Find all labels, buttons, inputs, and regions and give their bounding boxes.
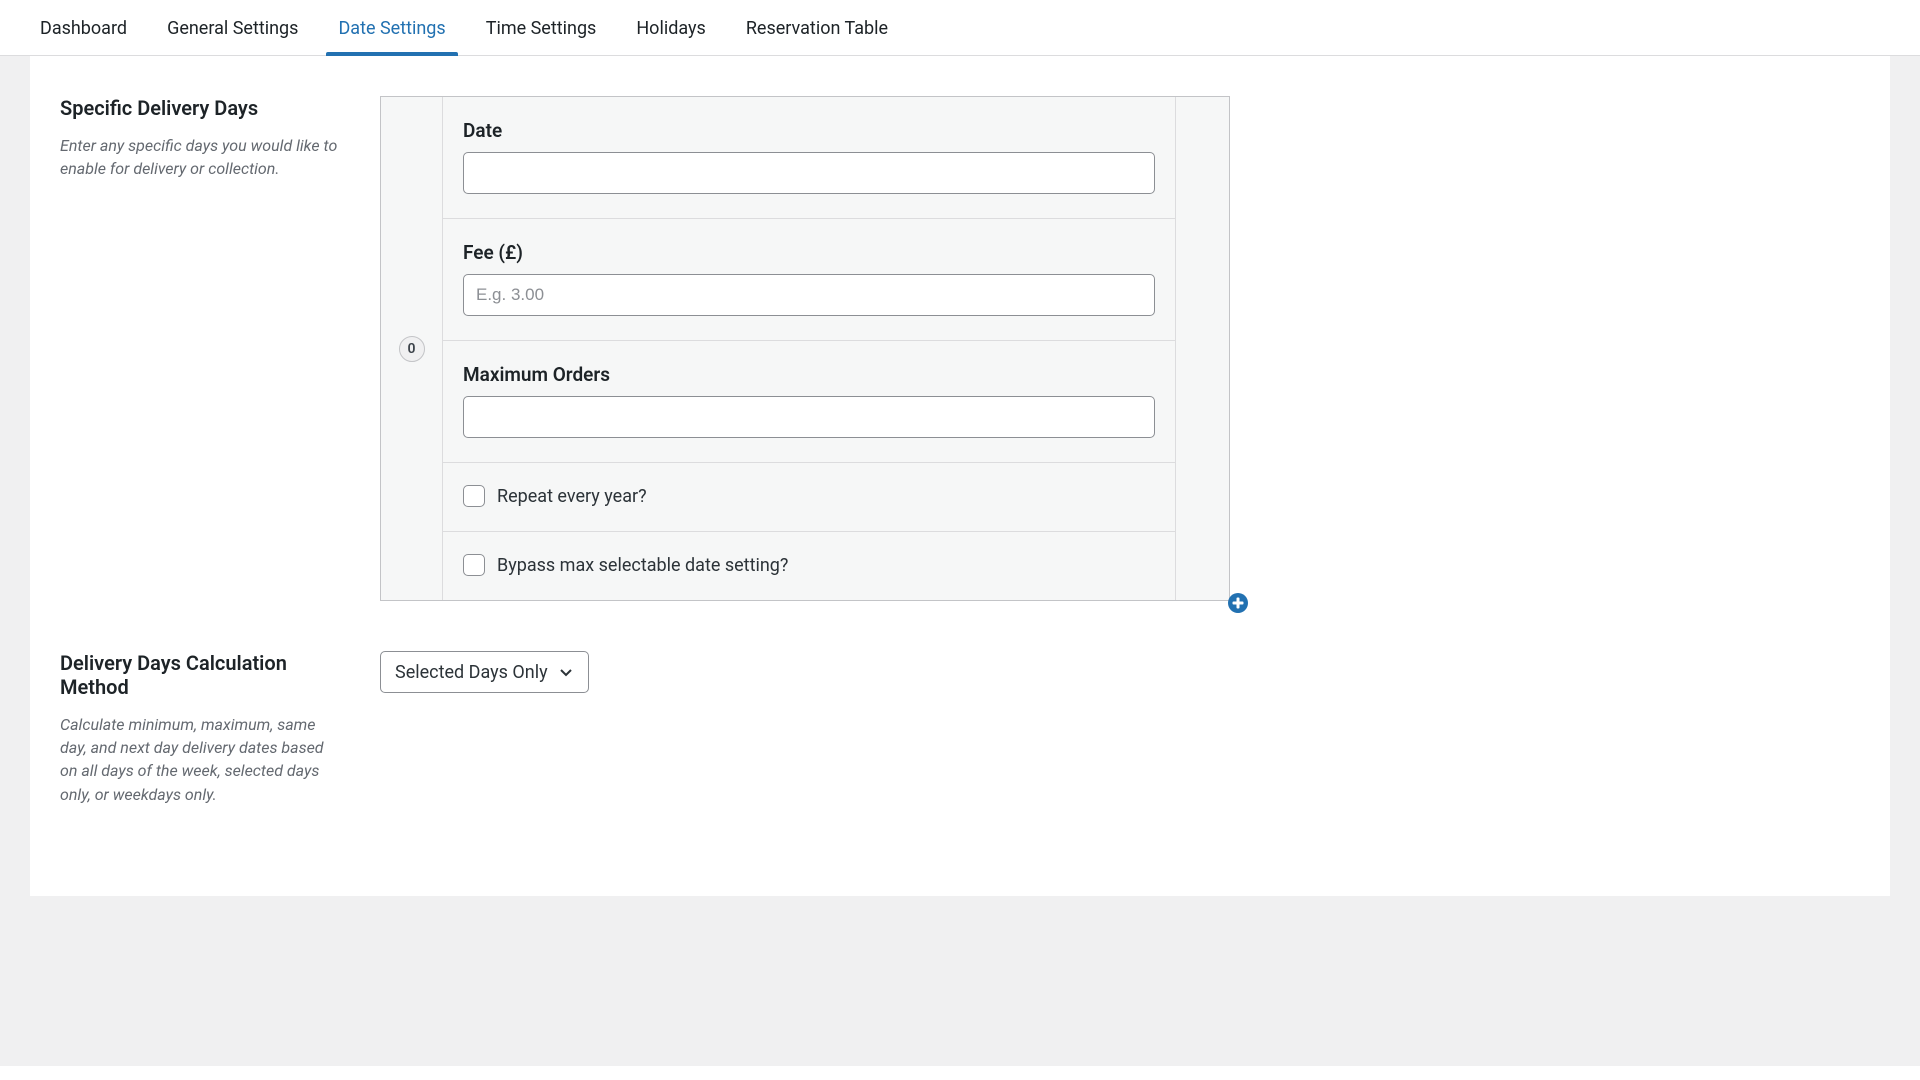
repeater-row: 0 Date Fee (£) Maximum Orders <box>380 96 1230 601</box>
repeater-fields: Date Fee (£) Maximum Orders <box>443 97 1175 600</box>
field-date: Date <box>443 97 1175 219</box>
calc-method-select[interactable]: Selected Days Only <box>380 651 589 693</box>
field-bypass-max: Bypass max selectable date setting? <box>443 532 1175 600</box>
tab-dashboard[interactable]: Dashboard <box>20 0 147 55</box>
max-orders-label: Maximum Orders <box>463 363 1155 386</box>
tab-label: Holidays <box>636 18 705 39</box>
field-repeat-yearly: Repeat every year? <box>443 463 1175 532</box>
tab-reservation-table[interactable]: Reservation Table <box>726 0 908 55</box>
add-row-button[interactable] <box>1226 591 1250 615</box>
fee-input[interactable] <box>463 274 1155 316</box>
field-max-orders: Maximum Orders <box>443 341 1175 463</box>
setting-title: Delivery Days Calculation Method <box>60 651 340 699</box>
repeat-yearly-checkbox[interactable] <box>463 485 485 507</box>
setting-control-col: Selected Days Only <box>380 651 1230 693</box>
select-value: Selected Days Only <box>395 662 548 683</box>
setting-title: Specific Delivery Days <box>60 96 340 120</box>
repeater-drag-handle[interactable]: 0 <box>381 97 443 600</box>
row-index-badge: 0 <box>399 336 425 362</box>
tab-date-settings[interactable]: Date Settings <box>318 0 465 55</box>
setting-label-col: Specific Delivery Days Enter any specifi… <box>60 96 340 180</box>
tab-label: Dashboard <box>40 18 127 39</box>
setting-control-col: 0 Date Fee (£) Maximum Orders <box>380 96 1230 601</box>
setting-delivery-calc-method: Delivery Days Calculation Method Calcula… <box>60 651 1860 806</box>
tab-label: Reservation Table <box>746 18 888 39</box>
setting-description: Enter any specific days you would like t… <box>60 134 340 180</box>
repeater-side <box>1175 97 1229 600</box>
setting-description: Calculate minimum, maximum, same day, an… <box>60 713 340 806</box>
date-input[interactable] <box>463 152 1155 194</box>
field-fee: Fee (£) <box>443 219 1175 341</box>
plus-circle-icon <box>1226 591 1250 615</box>
tab-holidays[interactable]: Holidays <box>616 0 725 55</box>
tab-label: General Settings <box>167 18 298 39</box>
tab-bar: Dashboard General Settings Date Settings… <box>0 0 1920 56</box>
repeat-yearly-label[interactable]: Repeat every year? <box>497 486 647 507</box>
bypass-max-label[interactable]: Bypass max selectable date setting? <box>497 555 788 576</box>
bypass-max-checkbox[interactable] <box>463 554 485 576</box>
tab-general-settings[interactable]: General Settings <box>147 0 318 55</box>
page-inner: Specific Delivery Days Enter any specifi… <box>30 56 1890 896</box>
fee-label: Fee (£) <box>463 241 1155 264</box>
tab-label: Time Settings <box>486 18 597 39</box>
setting-label-col: Delivery Days Calculation Method Calcula… <box>60 651 340 806</box>
max-orders-input[interactable] <box>463 396 1155 438</box>
setting-specific-delivery-days: Specific Delivery Days Enter any specifi… <box>60 96 1860 601</box>
date-label: Date <box>463 119 1155 142</box>
tab-time-settings[interactable]: Time Settings <box>466 0 617 55</box>
tab-label: Date Settings <box>338 18 445 39</box>
chevron-down-icon <box>558 664 574 680</box>
page-body: Specific Delivery Days Enter any specifi… <box>0 56 1920 1066</box>
